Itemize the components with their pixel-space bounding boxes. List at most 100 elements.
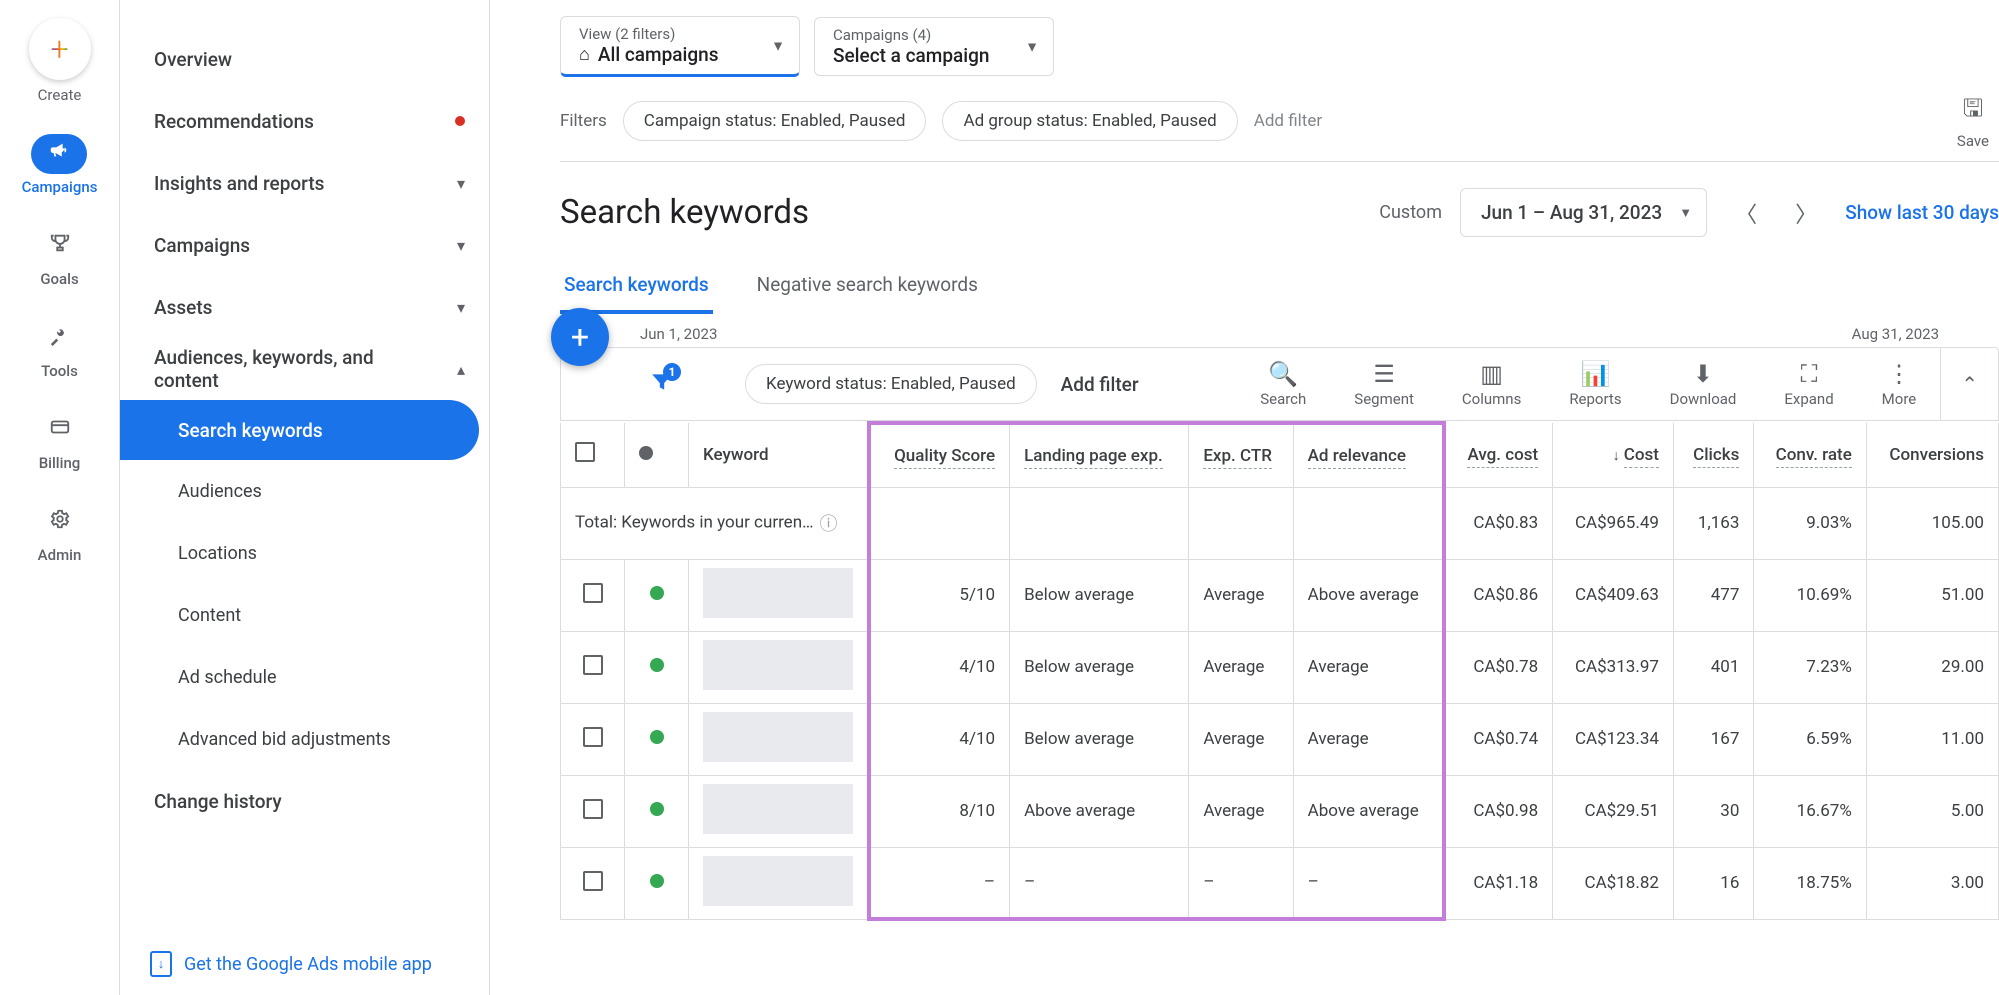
cost-cell: CA$18.82 xyxy=(1553,847,1674,919)
add-filter-link[interactable]: Add filter xyxy=(1254,111,1322,131)
nav-campaigns[interactable]: Campaigns ▾ xyxy=(120,214,489,276)
filter-chip-campaign-status[interactable]: Campaign status: Enabled, Paused xyxy=(623,101,927,141)
prev-period-button[interactable]: 〈 xyxy=(1725,197,1767,229)
keyword-cell[interactable] xyxy=(689,631,870,703)
row-checkbox-cell xyxy=(561,775,625,847)
alert-dot-icon xyxy=(455,116,465,126)
rail-tools[interactable]: Tools xyxy=(32,318,88,380)
status-enabled-icon xyxy=(650,802,664,816)
date-range-selector[interactable]: Jun 1 – Aug 31, 2023 ▼ xyxy=(1460,188,1707,237)
megaphone-icon xyxy=(48,140,70,168)
columns-icon: ▥ xyxy=(1480,360,1503,388)
save-button[interactable]: 🖫 Save xyxy=(1957,91,1989,150)
row-checkbox[interactable] xyxy=(583,727,603,747)
total-avgcost: CA$0.83 xyxy=(1444,487,1552,559)
help-icon[interactable]: ⓘ xyxy=(819,514,837,535)
nav-audiences-keywords[interactable]: Audiences, keywords, and content ▴ xyxy=(120,338,489,400)
table-row: – – – – CA$1.18 CA$18.82 16 18.75% 3.00 xyxy=(561,847,1999,919)
collapse-toolbar-button[interactable]: ⌃ xyxy=(1940,348,1998,420)
keyword-cell[interactable] xyxy=(689,703,870,775)
tab-search-keywords[interactable]: Search keywords xyxy=(560,259,713,314)
cost-cell: CA$123.34 xyxy=(1553,703,1674,775)
expand-action[interactable]: ⛶Expand xyxy=(1760,348,1857,420)
expctr-cell: Average xyxy=(1189,559,1293,631)
search-action[interactable]: 🔍Search xyxy=(1236,348,1330,420)
segment-action[interactable]: ☰Segment xyxy=(1330,348,1438,420)
row-checkbox[interactable] xyxy=(583,871,603,891)
create-button[interactable]: + xyxy=(29,18,91,80)
campaign-selector[interactable]: Campaigns (4) Select a campaign ▼ xyxy=(814,17,1054,76)
add-keyword-fab[interactable]: + xyxy=(551,308,609,366)
th-conv-rate[interactable]: Conv. rate xyxy=(1754,423,1866,487)
filter-icon-button[interactable]: 1 xyxy=(649,369,675,399)
nav-search-keywords[interactable]: Search keywords xyxy=(120,400,479,460)
filter-chip-adgroup-status[interactable]: Ad group status: Enabled, Paused xyxy=(942,101,1237,141)
nav-locations[interactable]: Locations xyxy=(120,522,489,584)
avgcost-cell: CA$0.86 xyxy=(1444,559,1552,631)
nav-assets[interactable]: Assets ▾ xyxy=(120,276,489,338)
save-icon: 🖫 xyxy=(1957,91,1989,132)
nav-ad-schedule[interactable]: Ad schedule xyxy=(120,646,489,708)
adrel-cell: – xyxy=(1293,847,1444,919)
segment-icon: ☰ xyxy=(1373,360,1395,388)
th-ad-relevance[interactable]: Ad relevance xyxy=(1293,423,1444,487)
adrel-cell: Average xyxy=(1293,631,1444,703)
nav-advanced-bid[interactable]: Advanced bid adjustments xyxy=(120,708,489,770)
more-action[interactable]: ⋮More xyxy=(1858,348,1941,420)
nav-content[interactable]: Content xyxy=(120,584,489,646)
reports-icon: 📊 xyxy=(1581,360,1611,388)
nav-audiences[interactable]: Audiences xyxy=(120,460,489,522)
next-period-button[interactable]: 〉 xyxy=(1785,197,1827,229)
conversions-cell: 3.00 xyxy=(1866,847,1998,919)
tab-negative-keywords[interactable]: Negative search keywords xyxy=(753,259,982,314)
quality-cell: 8/10 xyxy=(869,775,1010,847)
status-enabled-icon xyxy=(650,730,664,744)
rail-admin[interactable]: Admin xyxy=(32,502,88,564)
th-avg-cost[interactable]: Avg. cost xyxy=(1444,423,1552,487)
rail-billing[interactable]: Billing xyxy=(32,410,88,472)
row-checkbox[interactable] xyxy=(583,799,603,819)
row-checkbox-cell xyxy=(561,703,625,775)
keyword-cell[interactable] xyxy=(689,847,870,919)
reports-action[interactable]: 📊Reports xyxy=(1545,348,1645,420)
select-all-checkbox[interactable] xyxy=(575,442,595,462)
th-keyword[interactable]: Keyword xyxy=(689,423,870,487)
keyword-cell[interactable] xyxy=(689,559,870,631)
convrate-cell: 10.69% xyxy=(1754,559,1866,631)
th-cost[interactable]: ↓Cost xyxy=(1553,423,1674,487)
th-exp-ctr[interactable]: Exp. CTR xyxy=(1189,423,1293,487)
rail-label: Campaigns xyxy=(22,178,98,196)
adrel-cell: Above average xyxy=(1293,559,1444,631)
th-conversions[interactable]: Conversions xyxy=(1866,423,1998,487)
row-checkbox[interactable] xyxy=(583,583,603,603)
keyword-redacted xyxy=(703,640,853,690)
rail-label: Admin xyxy=(38,546,82,564)
nav-recommendations[interactable]: Recommendations xyxy=(120,90,489,152)
total-label-cell: Total: Keywords in your curren…ⓘ xyxy=(561,487,870,559)
status-enabled-icon xyxy=(650,586,664,600)
row-status-cell xyxy=(625,847,689,919)
keyword-redacted xyxy=(703,712,853,762)
download-action[interactable]: ⬇Download xyxy=(1646,348,1761,420)
rail-campaigns[interactable]: Campaigns xyxy=(22,134,98,196)
keyword-cell[interactable] xyxy=(689,775,870,847)
expctr-cell: Average xyxy=(1189,631,1293,703)
date-controls: Custom Jun 1 – Aug 31, 2023 ▼ 〈 〉 Show l… xyxy=(1379,188,1999,237)
rail-goals[interactable]: Goals xyxy=(32,226,88,288)
nav-insights[interactable]: Insights and reports ▾ xyxy=(120,152,489,214)
mobile-app-link[interactable]: ↓ Get the Google Ads mobile app xyxy=(120,932,489,995)
filter-badge: 1 xyxy=(663,363,681,381)
th-landing-page-exp[interactable]: Landing page exp. xyxy=(1010,423,1189,487)
nav-change-history[interactable]: Change history xyxy=(120,770,489,832)
row-checkbox[interactable] xyxy=(583,655,603,675)
add-filter-button[interactable]: Add filter xyxy=(1061,373,1139,396)
th-quality-score[interactable]: Quality Score xyxy=(869,423,1010,487)
th-clicks[interactable]: Clicks xyxy=(1673,423,1753,487)
keyword-status-chip[interactable]: Keyword status: Enabled, Paused xyxy=(745,364,1037,404)
show-last-30-link[interactable]: Show last 30 days xyxy=(1845,201,1999,224)
columns-action[interactable]: ▥Columns xyxy=(1438,348,1545,420)
view-selector[interactable]: View (2 filters) ⌂All campaigns ▼ xyxy=(560,16,800,77)
avgcost-cell: CA$0.78 xyxy=(1444,631,1552,703)
nav-overview[interactable]: Overview xyxy=(120,28,489,90)
chevron-down-icon: ▾ xyxy=(457,236,465,255)
